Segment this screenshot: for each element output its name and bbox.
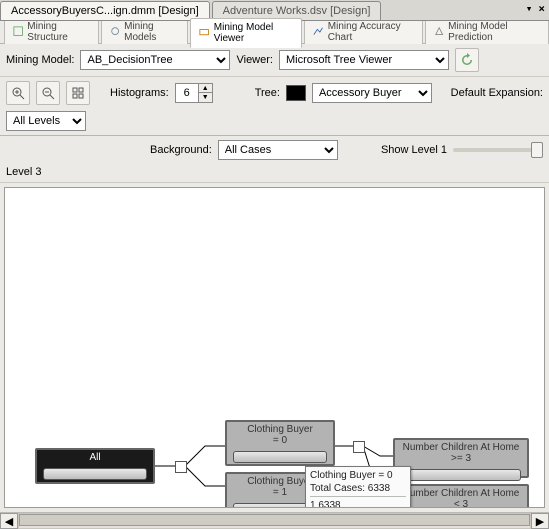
default-expansion-label: Default Expansion: <box>451 87 543 99</box>
models-icon <box>110 26 120 38</box>
tab-label: Mining Model Viewer <box>214 22 294 44</box>
background-select[interactable]: All Cases <box>218 140 338 160</box>
horizontal-scrollbar[interactable]: ◀ ▶ <box>0 512 549 529</box>
tree-node-clothing-0[interactable]: Clothing Buyer= 0 <box>225 420 335 466</box>
toolbar-row-2: Histograms: ▲▼ Tree: Accessory Buyer Def… <box>0 77 549 136</box>
tab-mining-model-viewer[interactable]: Mining Model Viewer <box>190 18 302 48</box>
toolbar-row-1: Mining Model: AB_DecisionTree Viewer: Mi… <box>0 44 549 77</box>
window-controls: ▾ × <box>526 2 545 15</box>
tree-node-root[interactable]: All <box>35 448 155 484</box>
stepper-up[interactable]: ▲ <box>198 84 212 93</box>
doc-tab-active[interactable]: AccessoryBuyersC...ign.dmm [Design] <box>0 1 210 20</box>
node-histogram-bar <box>233 451 327 463</box>
window-menu-icon[interactable]: ▾ <box>526 2 533 15</box>
node-histogram-bar <box>43 468 147 480</box>
histograms-label: Histograms: <box>110 87 169 99</box>
chart-icon <box>313 26 323 38</box>
tab-label: Mining Structure <box>27 21 90 43</box>
default-expansion-select[interactable]: All Levels <box>6 111 86 131</box>
tab-label: Mining Accuracy Chart <box>328 21 414 43</box>
scroll-track[interactable] <box>18 513 531 529</box>
tooltip-total: Total Cases: 6338 <box>310 482 406 497</box>
tab-mining-models[interactable]: Mining Models <box>101 17 189 47</box>
tab-mining-accuracy-chart[interactable]: Mining Accuracy Chart <box>304 17 422 47</box>
mining-model-select[interactable]: AB_DecisionTree <box>80 50 230 70</box>
slider-thumb[interactable] <box>531 142 543 158</box>
designer-sub-tabs: Mining Structure Mining Models Mining Mo… <box>0 21 549 44</box>
zoom-in-icon <box>11 86 25 100</box>
viewer-icon <box>199 27 209 39</box>
tab-label: Mining Model Prediction <box>448 21 540 43</box>
fit-button[interactable] <box>66 81 90 105</box>
refresh-viewer-button[interactable] <box>455 48 479 72</box>
tree-select[interactable]: Accessory Buyer <box>312 83 432 103</box>
close-icon[interactable]: × <box>538 2 545 15</box>
histograms-value[interactable] <box>176 84 198 102</box>
node-label: All <box>37 450 153 465</box>
zoom-out-icon <box>41 86 55 100</box>
node-tooltip: Clothing Buyer = 0 Total Cases: 6338 1 6… <box>305 466 411 508</box>
tooltip-title: Clothing Buyer = 0 <box>310 469 406 482</box>
viewer-select[interactable]: Microsoft Tree Viewer <box>279 50 449 70</box>
stepper-down[interactable]: ▼ <box>198 93 212 102</box>
node-label: Number Children At Home< 3 <box>395 486 527 508</box>
node-label: Number Children At Home>= 3 <box>395 440 527 466</box>
zoom-in-button[interactable] <box>6 81 30 105</box>
tab-mining-structure[interactable]: Mining Structure <box>4 17 99 47</box>
expand-junction[interactable] <box>353 441 365 453</box>
viewer-label: Viewer: <box>236 54 272 66</box>
node-label: Clothing Buyer= 0 <box>227 422 333 448</box>
histograms-stepper[interactable]: ▲▼ <box>175 83 213 103</box>
scroll-right-button[interactable]: ▶ <box>531 513 549 529</box>
designer-window: AccessoryBuyersC...ign.dmm [Design] Adve… <box>0 0 549 529</box>
tab-label: Mining Models <box>124 21 179 43</box>
tree-node-children-ge3[interactable]: Number Children At Home>= 3 <box>393 438 529 478</box>
zoom-out-button[interactable] <box>36 81 60 105</box>
scroll-thumb[interactable] <box>19 514 530 526</box>
show-level-slider[interactable] <box>453 148 543 152</box>
prediction-icon <box>434 26 444 38</box>
refresh-icon <box>460 53 474 67</box>
structure-icon <box>13 26 23 38</box>
expand-junction[interactable] <box>175 461 187 473</box>
show-level-end-label: Level 3 <box>6 166 41 178</box>
tree-color-swatch[interactable] <box>286 85 306 101</box>
fit-icon <box>71 86 85 100</box>
mining-model-label: Mining Model: <box>6 54 74 66</box>
tab-mining-model-prediction[interactable]: Mining Model Prediction <box>425 17 549 47</box>
tree-node-children-lt3[interactable]: Number Children At Home< 3 <box>393 484 529 508</box>
toolbar-row-3: Background: All Cases Show Level 1 Level… <box>0 136 549 183</box>
tooltip-row: 1 6338 <box>310 499 406 508</box>
background-label: Background: <box>150 144 212 156</box>
tree-label: Tree: <box>255 87 280 99</box>
scroll-left-button[interactable]: ◀ <box>0 513 18 529</box>
tree-canvas[interactable]: All Clothing Buyer= 0 Clothing Buyer= 1 … <box>4 187 545 508</box>
show-level-start-label: Show Level 1 <box>381 144 447 156</box>
node-histogram-bar <box>401 469 521 481</box>
